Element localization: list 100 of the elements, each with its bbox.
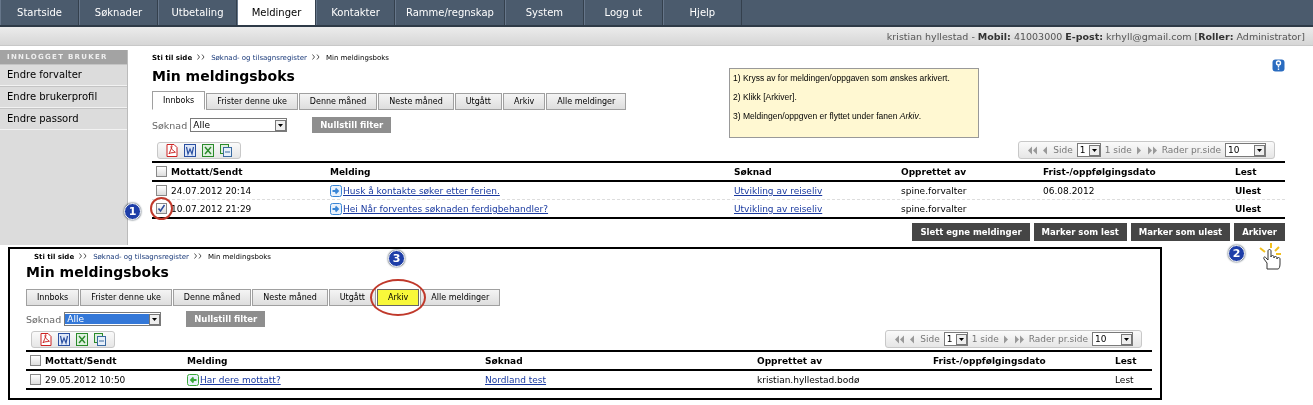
tab[interactable]: Arkiv xyxy=(377,289,420,306)
step-marker: 2 xyxy=(1228,245,1245,262)
filter-select[interactable]: Alle xyxy=(190,118,288,132)
checkbox[interactable] xyxy=(156,203,167,214)
tab[interactable]: Alle meldinger xyxy=(420,289,501,306)
spreadsheet-icon[interactable] xyxy=(76,332,88,346)
word-file-icon[interactable] xyxy=(58,332,70,346)
nav-tab[interactable]: Ramme/regnskap xyxy=(395,0,505,25)
breadcrumb-separator-icon xyxy=(197,54,207,62)
instruction-text: 2) Klikk [Arkiver]. xyxy=(733,92,798,102)
nav-tab[interactable]: Startside xyxy=(0,0,79,25)
tab[interactable]: Denne måned xyxy=(172,289,252,306)
last-page-icon[interactable] xyxy=(1013,334,1025,344)
checkbox[interactable] xyxy=(156,166,167,177)
pdf-file-icon[interactable] xyxy=(40,332,52,346)
pager-label: Side xyxy=(920,334,940,344)
checkbox[interactable] xyxy=(30,374,41,385)
first-page-icon[interactable] xyxy=(1027,145,1039,155)
help-icon[interactable] xyxy=(1272,59,1285,72)
filter-label: Søknad xyxy=(26,313,62,325)
tab[interactable]: Alle meldinger xyxy=(546,93,627,110)
word-file-icon[interactable] xyxy=(184,143,196,157)
nav-tab[interactable]: Logg ut xyxy=(583,0,663,25)
application-link[interactable]: Nordland test xyxy=(485,374,547,385)
column-header: Mottatt/Sendt xyxy=(171,166,243,177)
page-count: 1 side xyxy=(971,334,999,344)
sidebar-item[interactable]: Endre brukerprofil xyxy=(0,86,127,108)
action-button[interactable]: Arkiver xyxy=(1234,223,1285,241)
table-cell: spine.forvalter xyxy=(901,203,967,214)
breadcrumb-separator-icon xyxy=(79,253,89,261)
highlight-ring xyxy=(370,279,427,316)
export-icon[interactable] xyxy=(220,143,232,157)
page-title: Min meldingsboks xyxy=(26,264,170,280)
application-link[interactable]: Utvikling av reiseliv xyxy=(734,203,823,214)
nav-tab[interactable]: System xyxy=(504,0,584,25)
checkbox[interactable] xyxy=(30,355,41,366)
tab[interactable]: Frister denne uke xyxy=(206,93,298,110)
checkbox[interactable] xyxy=(156,185,167,196)
tab[interactable]: Utgått xyxy=(328,289,376,306)
column-header: Søknad xyxy=(485,355,523,366)
table-cell: Ulest xyxy=(1235,185,1262,196)
page-select[interactable]: 1 xyxy=(1076,143,1101,157)
pager-label: Side xyxy=(1053,145,1073,155)
pdf-file-icon[interactable] xyxy=(166,143,178,157)
filter-select[interactable]: Alle xyxy=(64,312,162,326)
table-cell: 06.08.2012 xyxy=(1043,185,1095,196)
column-header: Melding xyxy=(187,355,228,366)
last-page-icon[interactable] xyxy=(1146,145,1158,155)
column-header: Lest xyxy=(1115,355,1137,366)
breadcrumb-separator-icon xyxy=(311,54,321,62)
sidebar-item[interactable]: Endre forvalter xyxy=(0,64,127,86)
action-button[interactable]: Marker som ulest xyxy=(1130,223,1231,241)
rows-per-page-select[interactable]: 10 xyxy=(1092,332,1133,346)
page-title: Min meldingsboks xyxy=(152,68,296,84)
spreadsheet-icon[interactable] xyxy=(202,143,214,157)
tab[interactable]: Denne måned xyxy=(298,93,378,110)
table-cell: 24.07.2012 20:14 xyxy=(171,185,252,196)
first-page-icon[interactable] xyxy=(894,334,906,344)
tab[interactable]: Neste måned xyxy=(378,93,454,110)
next-page-icon[interactable] xyxy=(1135,145,1143,155)
message-link[interactable]: Har dere mottatt? xyxy=(200,374,281,385)
next-page-icon[interactable] xyxy=(1002,334,1010,344)
column-header: Mottatt/Sendt xyxy=(45,355,117,366)
tab[interactable]: Innboks xyxy=(26,289,80,306)
user-info: kristian hyllestad - Mobil: 41003000 E-post: krhyll@gmail.com [Roller: Administrator] xyxy=(886,30,1305,42)
nav-tab[interactable]: Meldinger xyxy=(237,0,316,25)
sidebar-item[interactable]: Endre passord xyxy=(0,108,127,130)
pager-label: Rader pr.side xyxy=(1028,334,1088,344)
filter-label: Søknad xyxy=(152,119,188,131)
instruction-text: 3) Meldingen/oppgven er flyttet under fanen Arkiv. xyxy=(733,111,923,121)
previous-page-icon[interactable] xyxy=(909,334,917,344)
pager-label: Rader pr.side xyxy=(1161,145,1221,155)
breadcrumb-separator-icon xyxy=(193,253,203,261)
action-button[interactable]: Slett egne meldinger xyxy=(912,223,1030,241)
page-select[interactable]: 1 xyxy=(943,332,968,346)
column-header: Opprettet av xyxy=(757,355,823,366)
table-cell: spine.forvalter xyxy=(901,185,967,196)
page-count: 1 side xyxy=(1104,145,1132,155)
column-header: Melding xyxy=(330,166,371,177)
hand-cursor-icon xyxy=(1258,242,1284,272)
previous-page-icon[interactable] xyxy=(1042,145,1050,155)
tab[interactable]: Frister denne uke xyxy=(80,289,172,306)
action-button[interactable]: Marker som lest xyxy=(1033,223,1127,241)
tab[interactable]: Innboks xyxy=(152,91,206,110)
tab[interactable]: Neste måned xyxy=(252,289,328,306)
message-link[interactable]: Husk å kontakte søker etter ferien. xyxy=(343,185,500,196)
table-cell: Lest xyxy=(1115,374,1134,385)
rows-per-page-select[interactable]: 10 xyxy=(1225,143,1266,157)
nav-tab[interactable]: Søknader xyxy=(79,0,158,25)
tab[interactable]: Utgått xyxy=(454,93,502,110)
table-cell: kristian.hyllestad.bodø xyxy=(757,374,860,385)
export-icon[interactable] xyxy=(94,332,106,346)
nav-tab[interactable]: Hjelp xyxy=(662,0,742,25)
tab[interactable]: Arkiv xyxy=(503,93,546,110)
message-link[interactable]: Hei Når forventes søknaden ferdigbehandler? xyxy=(343,203,549,214)
nav-tab[interactable]: Kontakter xyxy=(316,0,395,25)
column-header: Lest xyxy=(1235,166,1257,177)
table-cell: 29.05.2012 10:50 xyxy=(45,374,126,385)
application-link[interactable]: Utvikling av reiseliv xyxy=(734,185,823,196)
column-header: Søknad xyxy=(734,166,772,177)
